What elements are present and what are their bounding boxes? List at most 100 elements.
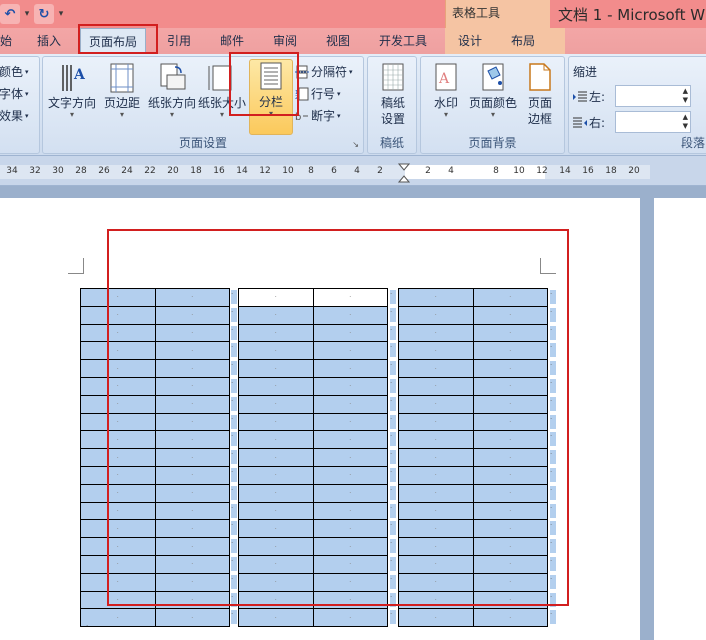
table-row[interactable]: · ·	[398, 288, 548, 307]
table-row[interactable]: · ·	[238, 465, 388, 485]
table-column-3[interactable]: · · · · · · · · · · · · · · · · · · · · · · · · · · · · · · · · · · · · · ·	[398, 288, 548, 628]
table-cell[interactable]: ·	[472, 554, 548, 574]
table-cell[interactable]: ·	[312, 288, 388, 307]
table-row[interactable]: · ·	[238, 590, 388, 610]
table-cell[interactable]: ·	[398, 288, 474, 307]
spinner-arrows-icon[interactable]: ▲ ▼	[683, 113, 688, 131]
table-row[interactable]: · ·	[238, 572, 388, 592]
page-borders-button[interactable]: 页面 边框	[519, 61, 561, 135]
table-row[interactable]: · ·	[398, 448, 548, 467]
document-page[interactable]: · · · · · · · · · · · · · · · · · · · · · · · · · · · · · · · · · · · · · · ·…	[0, 198, 640, 640]
table-row[interactable]: · ·	[80, 376, 230, 396]
table-cell[interactable]: ·	[398, 430, 474, 450]
table-cell[interactable]: ·	[312, 465, 388, 485]
tab-view[interactable]: 视图	[326, 32, 350, 49]
table-cell[interactable]: ·	[472, 572, 548, 592]
table-cell[interactable]: ·	[312, 359, 388, 378]
theme-effects-button[interactable]: 效果 ▾	[0, 107, 29, 124]
table-cell[interactable]: ·	[312, 341, 388, 361]
table-row[interactable]: · ·	[238, 323, 388, 343]
table-cell[interactable]: ·	[154, 412, 230, 432]
table-cell[interactable]: ·	[312, 572, 388, 592]
table-row[interactable]: · ·	[80, 465, 230, 485]
table-row[interactable]: · ·	[398, 465, 548, 485]
table-cell[interactable]: ·	[80, 394, 156, 414]
table-cell[interactable]: ·	[312, 376, 388, 396]
table-cell[interactable]: ·	[472, 359, 548, 378]
table-cell[interactable]: ·	[154, 323, 230, 343]
table-row[interactable]: · ·	[398, 323, 548, 343]
table-cell[interactable]: ·	[472, 323, 548, 343]
table-cell[interactable]: ·	[80, 305, 156, 325]
table-cell[interactable]: ·	[398, 341, 474, 361]
table-cell[interactable]: ·	[154, 341, 230, 361]
table-row[interactable]: · ·	[238, 608, 388, 628]
table-cell[interactable]: ·	[472, 394, 548, 414]
table-row[interactable]: · ·	[238, 376, 388, 396]
table-cell[interactable]: ·	[238, 572, 314, 592]
table-cell[interactable]: ·	[238, 554, 314, 574]
table-row[interactable]: · ·	[398, 412, 548, 432]
table-cell[interactable]: ·	[312, 590, 388, 610]
indent-right-input[interactable]: ▲ ▼	[615, 111, 691, 133]
table-row[interactable]: · ·	[398, 483, 548, 503]
table-cell[interactable]: ·	[472, 590, 548, 610]
table-cell[interactable]: ·	[154, 572, 230, 592]
table-row[interactable]: · ·	[80, 430, 230, 450]
table-cell[interactable]: ·	[398, 394, 474, 414]
table-row[interactable]: · ·	[398, 554, 548, 574]
table-cell[interactable]: ·	[80, 483, 156, 503]
customize-qat-icon[interactable]: ▾	[56, 9, 66, 19]
indent-left-input[interactable]: ▲ ▼	[615, 85, 691, 107]
table-cell[interactable]: ·	[154, 537, 230, 556]
redo-icon[interactable]: ↻	[34, 4, 54, 24]
table-cell[interactable]: ·	[398, 501, 474, 521]
table-cell[interactable]: ·	[472, 305, 548, 325]
table-cell[interactable]: ·	[472, 430, 548, 450]
theme-colors-button[interactable]: 颜色 ▾	[0, 63, 29, 80]
horizontal-ruler[interactable]: 34 32 30 28 26 24 22 20 18 16 14 12 10 8 6 4 2 2 4 8 10 12 14 1…	[0, 156, 706, 186]
table-cell[interactable]: ·	[80, 288, 156, 307]
table-row[interactable]: · ·	[80, 359, 230, 378]
table-cell[interactable]: ·	[472, 483, 548, 503]
table-cell[interactable]: ·	[80, 465, 156, 485]
table-cell[interactable]: ·	[154, 305, 230, 325]
table-row[interactable]: · ·	[238, 412, 388, 432]
table-row[interactable]: · ·	[80, 537, 230, 556]
table-cell[interactable]: ·	[154, 430, 230, 450]
tab-review[interactable]: 审阅	[273, 32, 297, 49]
table-row[interactable]: · ·	[238, 554, 388, 574]
table-row[interactable]: · ·	[80, 412, 230, 432]
table-row[interactable]: · ·	[398, 537, 548, 556]
undo-icon[interactable]: ↶	[0, 4, 20, 24]
table-cell[interactable]: ·	[472, 501, 548, 521]
table-cell[interactable]: ·	[154, 519, 230, 539]
table-row[interactable]: · ·	[80, 572, 230, 592]
table-row[interactable]: · ·	[238, 341, 388, 361]
table-row[interactable]: · ·	[80, 448, 230, 467]
table-row[interactable]: · ·	[398, 394, 548, 414]
table-row[interactable]: · ·	[80, 394, 230, 414]
table-cell[interactable]: ·	[238, 288, 314, 307]
table-row[interactable]: · ·	[398, 305, 548, 325]
table-cell[interactable]: ·	[238, 359, 314, 378]
hyphenation-button[interactable]: b 断字 ▾	[295, 107, 341, 124]
table-cell[interactable]: ·	[154, 465, 230, 485]
table-column-1[interactable]: · · · · · · · · · · · · · · · · · · · · · · · · · · · · · · · · · · · · · ·	[80, 288, 230, 628]
table-cell[interactable]: ·	[312, 430, 388, 450]
table-row[interactable]: · ·	[80, 590, 230, 610]
margins-button[interactable]: 页边距 ▾	[97, 61, 147, 135]
table-cell[interactable]: ·	[472, 412, 548, 432]
table-cell[interactable]: ·	[80, 501, 156, 521]
table-cell[interactable]: ·	[80, 554, 156, 574]
table-cell[interactable]: ·	[154, 448, 230, 467]
table-row[interactable]: · ·	[238, 288, 388, 307]
table-cell[interactable]: ·	[472, 537, 548, 556]
table-cell[interactable]: ·	[80, 608, 156, 628]
table-row[interactable]: · ·	[238, 501, 388, 521]
tab-layout[interactable]: 布局	[511, 32, 535, 49]
table-cell[interactable]: ·	[80, 341, 156, 361]
table-cell[interactable]: ·	[238, 323, 314, 343]
line-numbers-button[interactable]: 12 行号 ▾	[295, 85, 341, 102]
table-cell[interactable]: ·	[238, 519, 314, 539]
